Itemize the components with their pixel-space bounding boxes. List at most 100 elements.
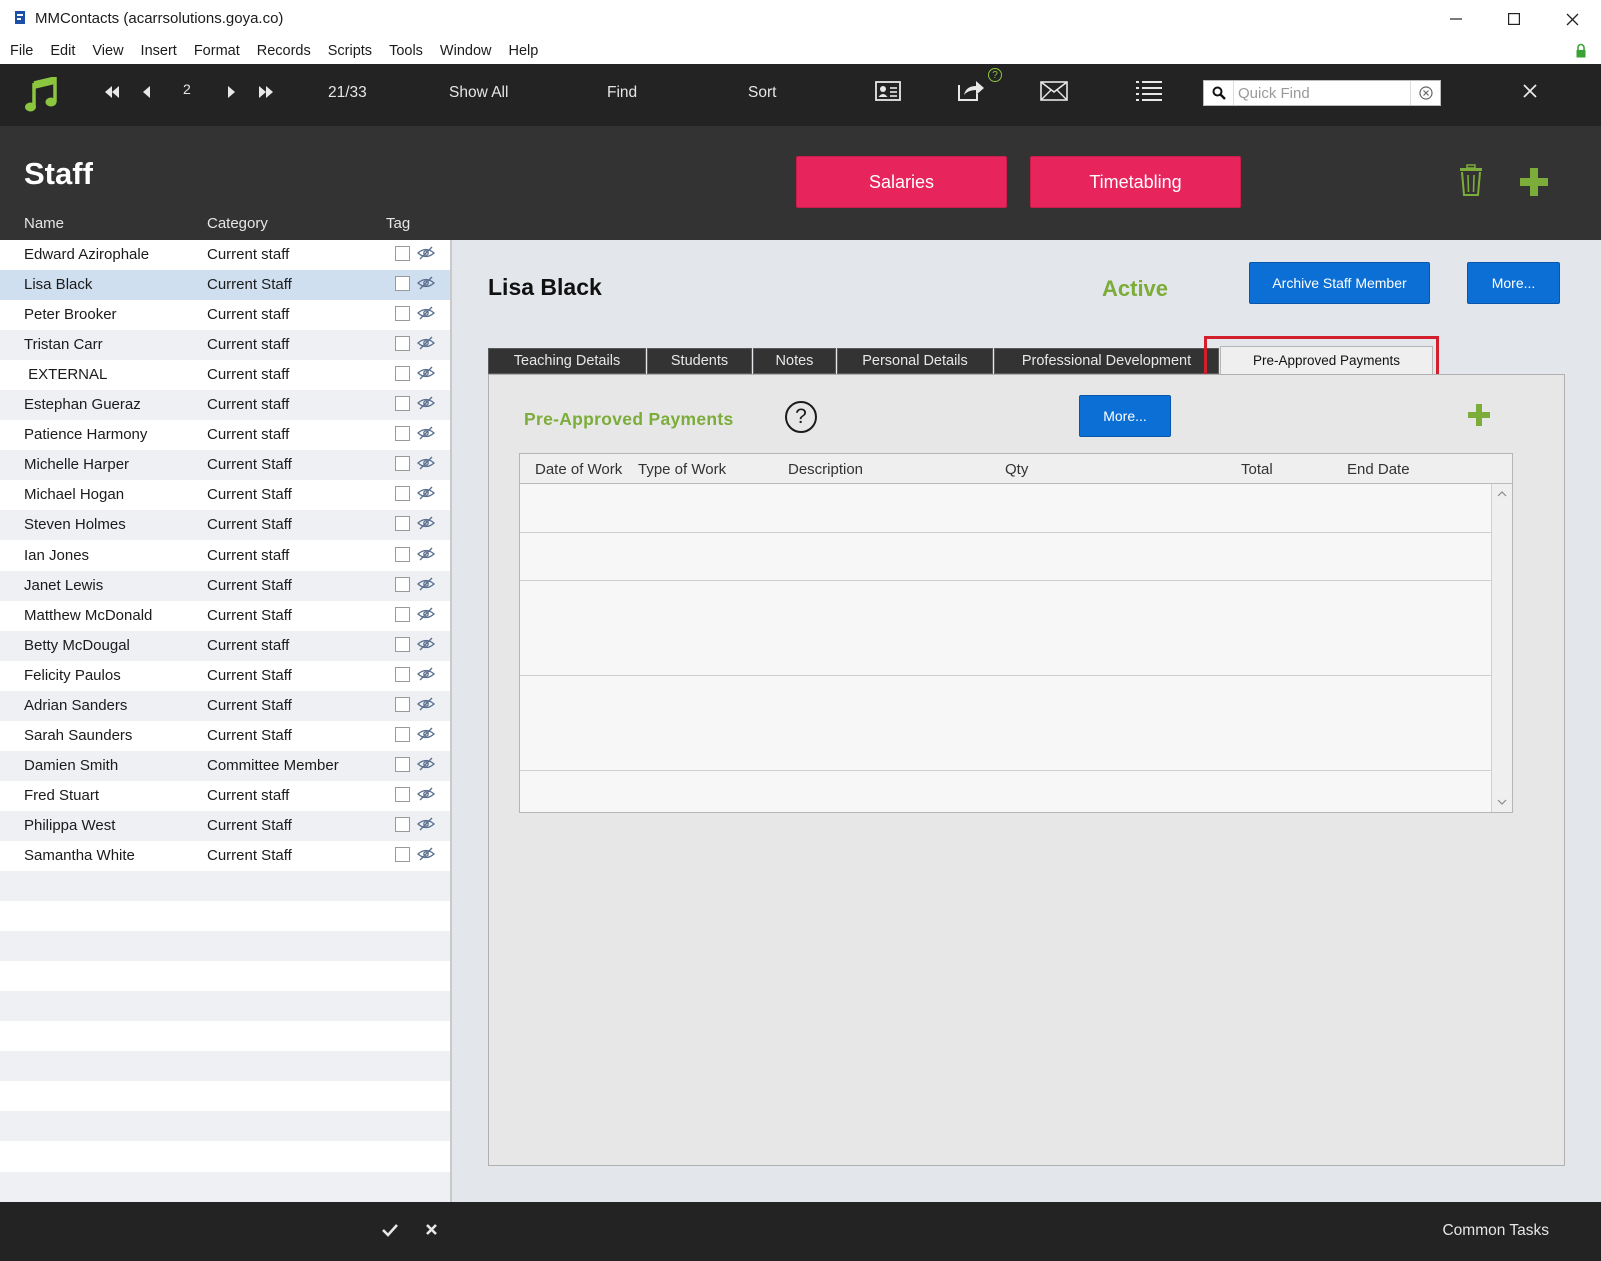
tag-checkbox[interactable] <box>395 336 410 352</box>
hide-eye-icon[interactable] <box>417 787 435 801</box>
list-item[interactable]: Sarah Saunders Current Staff <box>0 720 450 751</box>
list-item[interactable]: Tristan Carr Current staff <box>0 330 450 361</box>
menu-insert[interactable]: Insert <box>141 43 177 59</box>
tag-checkbox[interactable] <box>395 366 410 382</box>
table-row[interactable] <box>520 723 1491 771</box>
maximize-button[interactable] <box>1485 0 1543 38</box>
add-payment-plus-icon[interactable] <box>1467 403 1491 427</box>
last-record-icon[interactable] <box>258 85 274 99</box>
salaries-button[interactable]: Salaries <box>796 156 1007 208</box>
tag-checkbox[interactable] <box>395 576 410 592</box>
hide-eye-icon[interactable] <box>417 667 435 681</box>
tag-checkbox[interactable] <box>395 666 410 682</box>
tag-checkbox[interactable] <box>395 696 410 712</box>
hide-eye-icon[interactable] <box>417 246 435 260</box>
list-item[interactable]: Samantha White Current Staff <box>0 841 450 871</box>
list-item[interactable]: Philippa West Current Staff <box>0 810 450 841</box>
tag-checkbox[interactable] <box>395 306 410 322</box>
minimize-button[interactable] <box>1427 0 1485 38</box>
table-row[interactable] <box>520 676 1491 724</box>
table-row[interactable] <box>520 628 1491 676</box>
archive-staff-button[interactable]: Archive Staff Member <box>1249 262 1430 304</box>
close-window-button[interactable] <box>1543 0 1601 38</box>
close-toolbar-icon[interactable] <box>1523 84 1537 98</box>
tag-checkbox[interactable] <box>395 756 410 772</box>
timetabling-button[interactable]: Timetabling <box>1030 156 1241 208</box>
quick-find-input[interactable] <box>1236 81 1406 105</box>
tag-checkbox[interactable] <box>395 396 410 412</box>
tab-teaching-details[interactable]: Teaching Details <box>488 348 646 374</box>
hide-eye-icon[interactable] <box>417 306 435 320</box>
hide-eye-icon[interactable] <box>417 607 435 621</box>
find-button[interactable]: Find <box>607 84 637 102</box>
show-all-button[interactable]: Show All <box>449 84 508 102</box>
menu-edit[interactable]: Edit <box>50 43 75 59</box>
menu-tools[interactable]: Tools <box>389 43 423 59</box>
commit-check-icon[interactable] <box>381 1223 399 1237</box>
menu-format[interactable]: Format <box>194 43 240 59</box>
list-item[interactable]: Ian Jones Current staff <box>0 540 450 571</box>
next-record-icon[interactable] <box>227 85 236 99</box>
hide-eye-icon[interactable] <box>417 486 435 500</box>
payments-scrollbar[interactable] <box>1491 484 1512 812</box>
list-item[interactable]: Michelle Harper Current Staff <box>0 450 450 481</box>
payments-more-button[interactable]: More... <box>1079 395 1171 437</box>
hide-eye-icon[interactable] <box>417 577 435 591</box>
tab-students[interactable]: Students <box>647 348 752 374</box>
tab-notes[interactable]: Notes <box>753 348 836 374</box>
list-item[interactable]: Janet Lewis Current Staff <box>0 570 450 601</box>
tag-checkbox[interactable] <box>395 816 410 832</box>
first-record-icon[interactable] <box>104 85 120 99</box>
search-icon[interactable] <box>1204 81 1234 105</box>
list-view-icon[interactable] <box>1135 80 1163 102</box>
list-item[interactable]: Steven Holmes Current Staff <box>0 510 450 541</box>
menu-view[interactable]: View <box>92 43 123 59</box>
help-icon[interactable]: ? <box>785 401 817 433</box>
add-staff-plus-icon[interactable] <box>1519 167 1549 197</box>
help-badge-icon[interactable]: ? <box>988 68 1002 82</box>
menu-window[interactable]: Window <box>440 43 492 59</box>
hide-eye-icon[interactable] <box>417 697 435 711</box>
tag-checkbox[interactable] <box>395 786 410 802</box>
list-item[interactable]: Matthew McDonald Current Staff <box>0 600 450 631</box>
hide-eye-icon[interactable] <box>417 426 435 440</box>
tag-checkbox[interactable] <box>395 726 410 742</box>
sort-button[interactable]: Sort <box>748 84 776 102</box>
contact-card-icon[interactable] <box>875 80 901 102</box>
tag-checkbox[interactable] <box>395 456 410 472</box>
scroll-down-icon[interactable] <box>1497 799 1507 806</box>
column-header-category[interactable]: Category <box>207 215 268 232</box>
list-item[interactable]: Patience Harmony Current staff <box>0 420 450 451</box>
menu-file[interactable]: File <box>10 43 33 59</box>
list-item[interactable]: Fred Stuart Current staff <box>0 780 450 811</box>
list-item[interactable]: Michael Hogan Current Staff <box>0 480 450 511</box>
menu-scripts[interactable]: Scripts <box>328 43 372 59</box>
list-item[interactable]: Damien Smith Committee Member <box>0 750 450 781</box>
tag-checkbox[interactable] <box>395 546 410 562</box>
hide-eye-icon[interactable] <box>417 547 435 561</box>
revert-x-icon[interactable] <box>425 1223 438 1236</box>
hide-eye-icon[interactable] <box>417 516 435 530</box>
email-icon[interactable] <box>1040 81 1068 101</box>
menu-records[interactable]: Records <box>257 43 311 59</box>
hide-eye-icon[interactable] <box>417 847 435 861</box>
tag-checkbox[interactable] <box>395 276 410 292</box>
table-row[interactable] <box>520 533 1491 581</box>
trash-icon[interactable] <box>1459 164 1483 196</box>
table-row[interactable] <box>520 485 1491 533</box>
hide-eye-icon[interactable] <box>417 396 435 410</box>
tab-professional-development[interactable]: Professional Development <box>994 348 1219 374</box>
menu-help[interactable]: Help <box>509 43 539 59</box>
table-row[interactable] <box>520 771 1491 812</box>
share-export-icon[interactable] <box>957 78 985 102</box>
hide-eye-icon[interactable] <box>417 276 435 290</box>
tag-checkbox[interactable] <box>395 246 410 261</box>
tag-checkbox[interactable] <box>395 426 410 442</box>
hide-eye-icon[interactable] <box>417 757 435 771</box>
hide-eye-icon[interactable] <box>417 727 435 741</box>
more-actions-button[interactable]: More... <box>1467 262 1560 304</box>
record-number[interactable]: 2 <box>183 81 191 97</box>
column-header-tag[interactable]: Tag <box>386 215 410 232</box>
previous-record-icon[interactable] <box>142 85 151 99</box>
tag-checkbox[interactable] <box>395 847 410 862</box>
